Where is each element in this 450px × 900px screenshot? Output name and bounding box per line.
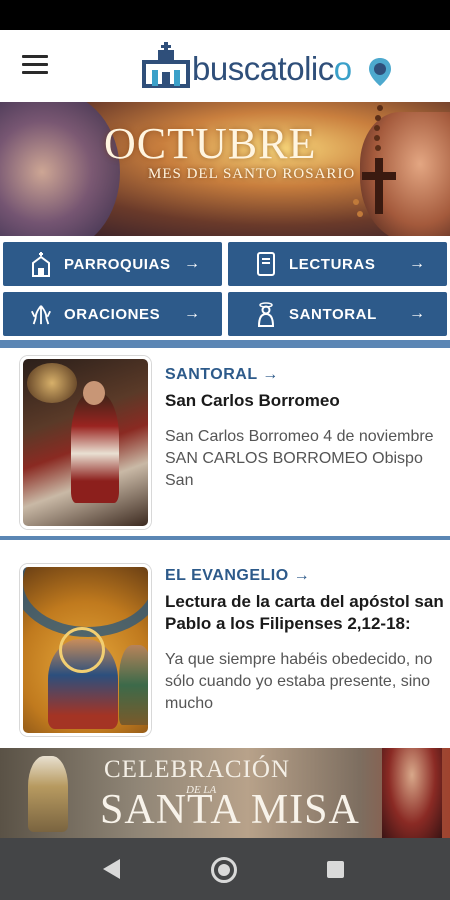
nav-button-santoral[interactable]: SANTORAL → (228, 292, 447, 336)
card-category[interactable]: SANTORAL → (165, 366, 445, 384)
nav-button-label: ORACIONES (64, 305, 161, 323)
brand-name: buscatolico (192, 50, 352, 87)
card-category[interactable]: EL EVANGELIO → (165, 567, 445, 585)
nav-button-parroquias[interactable]: PARROQUIAS → (3, 242, 222, 286)
church-logo-icon (142, 42, 190, 88)
arrow-right-icon: → (184, 255, 200, 272)
praying-hands-icon (30, 301, 52, 327)
virgin-mary-image (0, 102, 120, 236)
banner-line3: SANTA MISA (100, 787, 360, 833)
quick-nav-grid: PARROQUIAS → LECTURAS → ORACIONES → SANT… (0, 236, 450, 340)
card-excerpt: Ya que siempre habéis obedecido, no sólo… (165, 651, 433, 712)
arrow-right-icon: → (409, 255, 425, 272)
hero-subtitle: MES DEL SANTO ROSARIO (148, 166, 356, 182)
card-santoral[interactable]: SANTORAL → San Carlos Borromeo San Carlo… (0, 348, 450, 536)
recents-icon[interactable] (327, 861, 344, 878)
status-bar (0, 0, 450, 30)
app-bar: buscatolico (0, 30, 450, 102)
nav-button-oraciones[interactable]: ORACIONES → (3, 292, 222, 336)
hero-banner-october[interactable]: OCTUBRE MES DEL SANTO ROSARIO (0, 102, 450, 236)
home-icon[interactable] (211, 857, 237, 883)
arrow-right-icon: → (262, 366, 279, 383)
book-icon (255, 251, 277, 277)
banner-line1: CELEBRACIÓN (104, 756, 290, 783)
system-navigation-bar (0, 838, 450, 900)
church-icon (30, 251, 52, 277)
arrow-right-icon: → (293, 567, 311, 584)
rosary-cross-icon (353, 105, 396, 217)
nav-button-label: LECTURAS (289, 255, 376, 273)
hamburger-menu-icon[interactable] (22, 55, 48, 77)
hero-title: OCTUBRE (104, 119, 317, 168)
saint-icon (255, 301, 277, 327)
card-evangelio[interactable]: EL EVANGELIO → Lectura de la carta del a… (0, 550, 450, 748)
banner-santa-misa[interactable]: CELEBRACIÓN DE LA SANTA MISA (0, 748, 450, 838)
card-excerpt: San Carlos Borromeo 4 de noviembre SAN C… (165, 428, 434, 489)
back-icon[interactable] (103, 859, 120, 879)
arrow-right-icon: → (409, 305, 425, 322)
card-title: Lectura de la carta del apóstol san Pabl… (165, 592, 444, 633)
arrow-right-icon: → (184, 305, 200, 322)
location-pin-icon (369, 58, 391, 86)
brand-logo[interactable]: buscatolico (142, 38, 402, 94)
chalice-image (28, 756, 68, 832)
nav-button-lecturas[interactable]: LECTURAS → (228, 242, 447, 286)
jesus-image (382, 748, 442, 838)
gospel-mosaic-image (20, 564, 151, 736)
nav-button-label: PARROQUIAS (64, 255, 171, 273)
card-title: San Carlos Borromeo (165, 391, 340, 410)
nav-button-label: SANTORAL (289, 305, 377, 323)
saint-painting-image (20, 356, 151, 529)
content-feed: SANTORAL → San Carlos Borromeo San Carlo… (0, 340, 450, 748)
